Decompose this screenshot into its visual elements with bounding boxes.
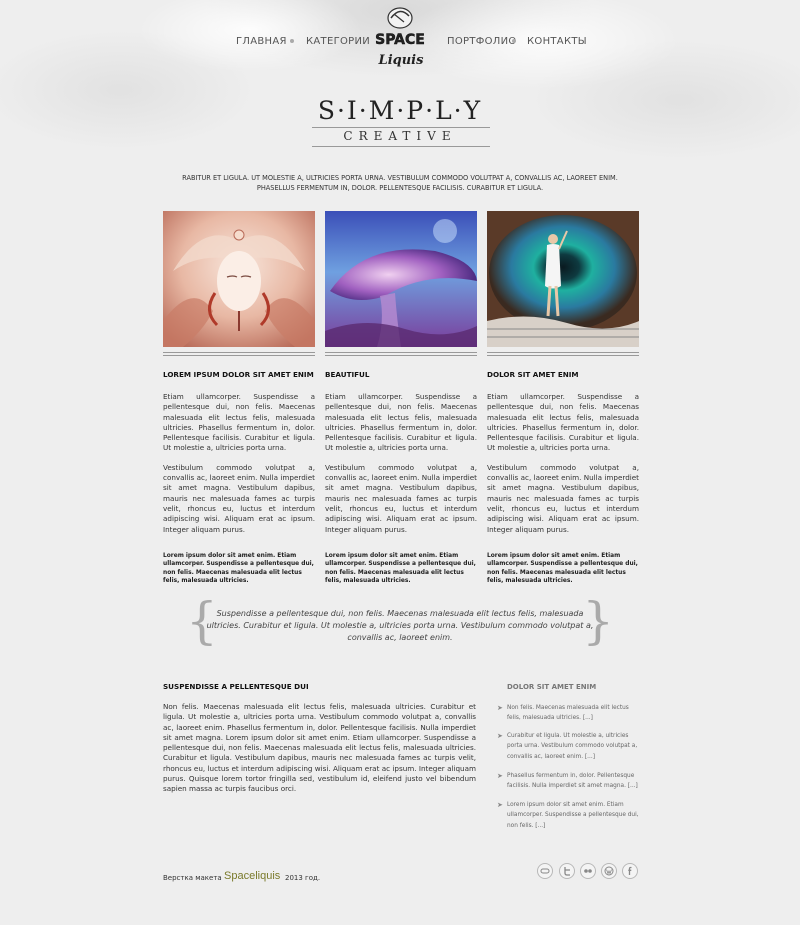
column-divider <box>325 352 477 356</box>
column-paragraph: Etiam ullamcorper. Suspendisse a pellent… <box>325 392 477 453</box>
intro-text: RABITUR ET LIGULA. UT MOLESTIE A, ULTRIC… <box>160 173 640 193</box>
footer-year: 2013 год. <box>285 874 321 882</box>
page: ГЛАВНАЯ КАТЕГОРИИ SPACE Liquis ПОРТФОЛИО… <box>0 0 800 925</box>
quote-text: Suspendisse a pellentesque dui, non feli… <box>206 609 594 642</box>
twitter-icon[interactable] <box>559 863 575 879</box>
lower-section-text: Non felis. Maecenas malesuada elit lectu… <box>163 702 476 794</box>
column-paragraph: Etiam ullamcorper. Suspendisse a pellent… <box>487 392 639 453</box>
column-title[interactable]: BEAUTIFUL <box>325 370 477 379</box>
delicious-icon[interactable] <box>537 863 553 879</box>
feature-column-1: LOREM IPSUM DOLOR SIT AMET ENIM Etiam ul… <box>163 211 315 585</box>
site-logo[interactable]: SPACE Liquis <box>365 2 435 72</box>
sidebar-title: DOLOR SIT AMET ENIM <box>507 683 597 691</box>
sidebar-item-text[interactable]: Non felis. Maecenas malesuada elit lectu… <box>507 703 642 724</box>
nav-contacts[interactable]: КОНТАКТЫ <box>527 36 587 47</box>
facebook-icon[interactable] <box>622 863 638 879</box>
column-paragraph: Vestibulum commodo volutpat a, convallis… <box>163 462 315 534</box>
column-bold-note: Lorem ipsum dolor sit amet enim. Etiam u… <box>325 552 476 585</box>
column-title[interactable]: DOLOR SIT AMET ENIM <box>487 370 639 379</box>
sidebar-item[interactable]: ➤ Curabitur et ligula. Ut molestie a, ul… <box>497 731 642 762</box>
feature-image-eye[interactable] <box>487 211 639 347</box>
column-title[interactable]: LOREM IPSUM DOLOR SIT AMET ENIM <box>163 370 315 379</box>
right-brace-icon: } <box>582 592 614 650</box>
footer-credit-prefix: Верстка макета <box>163 874 222 882</box>
column-divider <box>487 352 639 356</box>
feature-image-goddess[interactable] <box>163 211 315 347</box>
intro-line: PHASELLUS FERMENTUM IN, DOLOR. PELLENTES… <box>256 184 544 192</box>
hero-divider-top <box>312 127 490 128</box>
column-bold-note: Lorem ipsum dolor sit amet enim. Etiam u… <box>487 552 638 585</box>
hero-title: S·I·M·P·L·Y <box>317 96 483 125</box>
intro-line: RABITUR ET LIGULA. UT MOLESTIE A, ULTRIC… <box>182 174 618 182</box>
nav-portfolio[interactable]: ПОРТФОЛИО <box>447 36 517 47</box>
nav-separator <box>512 39 516 43</box>
hero-subtitle: CREATIVE <box>343 129 457 143</box>
column-paragraph: Vestibulum commodo volutpat a, convallis… <box>325 462 477 534</box>
nav-separator <box>290 39 294 43</box>
nav-categories[interactable]: КАТЕГОРИИ <box>306 36 370 47</box>
sidebar-item[interactable]: ➤ Phasellus fermentum in, dolor. Pellent… <box>497 771 642 792</box>
footer-brand-link[interactable]: Spaceliquis <box>224 870 280 882</box>
nav-home[interactable]: ГЛАВНАЯ <box>236 36 287 47</box>
hero-divider-bottom <box>312 146 490 147</box>
column-paragraph: Vestibulum commodo volutpat a, convallis… <box>487 462 639 534</box>
arrow-right-icon: ➤ <box>497 772 503 780</box>
column-divider <box>163 352 315 356</box>
svg-text:Liquis: Liquis <box>378 53 425 68</box>
feature-column-3: DOLOR SIT AMET ENIM Etiam ullamcorper. S… <box>487 211 639 585</box>
svg-text:SPACE: SPACE <box>375 32 425 48</box>
sidebar-item-text[interactable]: Phasellus fermentum in, dolor. Pellentes… <box>507 771 642 792</box>
arrow-right-icon: ➤ <box>497 732 503 740</box>
arrow-right-icon: ➤ <box>497 704 503 712</box>
arrow-right-icon: ➤ <box>497 801 503 809</box>
feature-column-2: BEAUTIFUL Etiam ullamcorper. Suspendisse… <box>325 211 477 585</box>
column-paragraph: Etiam ullamcorper. Suspendisse a pellent… <box>163 392 315 453</box>
column-bold-note: Lorem ipsum dolor sit amet enim. Etiam u… <box>163 552 314 585</box>
flickr-icon[interactable] <box>580 863 596 879</box>
sidebar-item-text[interactable]: Lorem ipsum dolor sit amet enim. Etiam u… <box>507 800 642 831</box>
sidebar-item[interactable]: ➤ Non felis. Maecenas malesuada elit lec… <box>497 703 642 724</box>
sidebar-item-text[interactable]: Curabitur et ligula. Ut molestie a, ultr… <box>507 731 642 762</box>
lower-section-title: SUSPENDISSE A PELLENTESQUE DUI <box>163 682 309 691</box>
quote-block: { Suspendisse a pellentesque dui, non fe… <box>186 596 614 650</box>
sidebar-item[interactable]: ➤ Lorem ipsum dolor sit amet enim. Etiam… <box>497 800 642 831</box>
wordpress-icon[interactable] <box>601 863 617 879</box>
feature-image-mushroom[interactable] <box>325 211 477 347</box>
